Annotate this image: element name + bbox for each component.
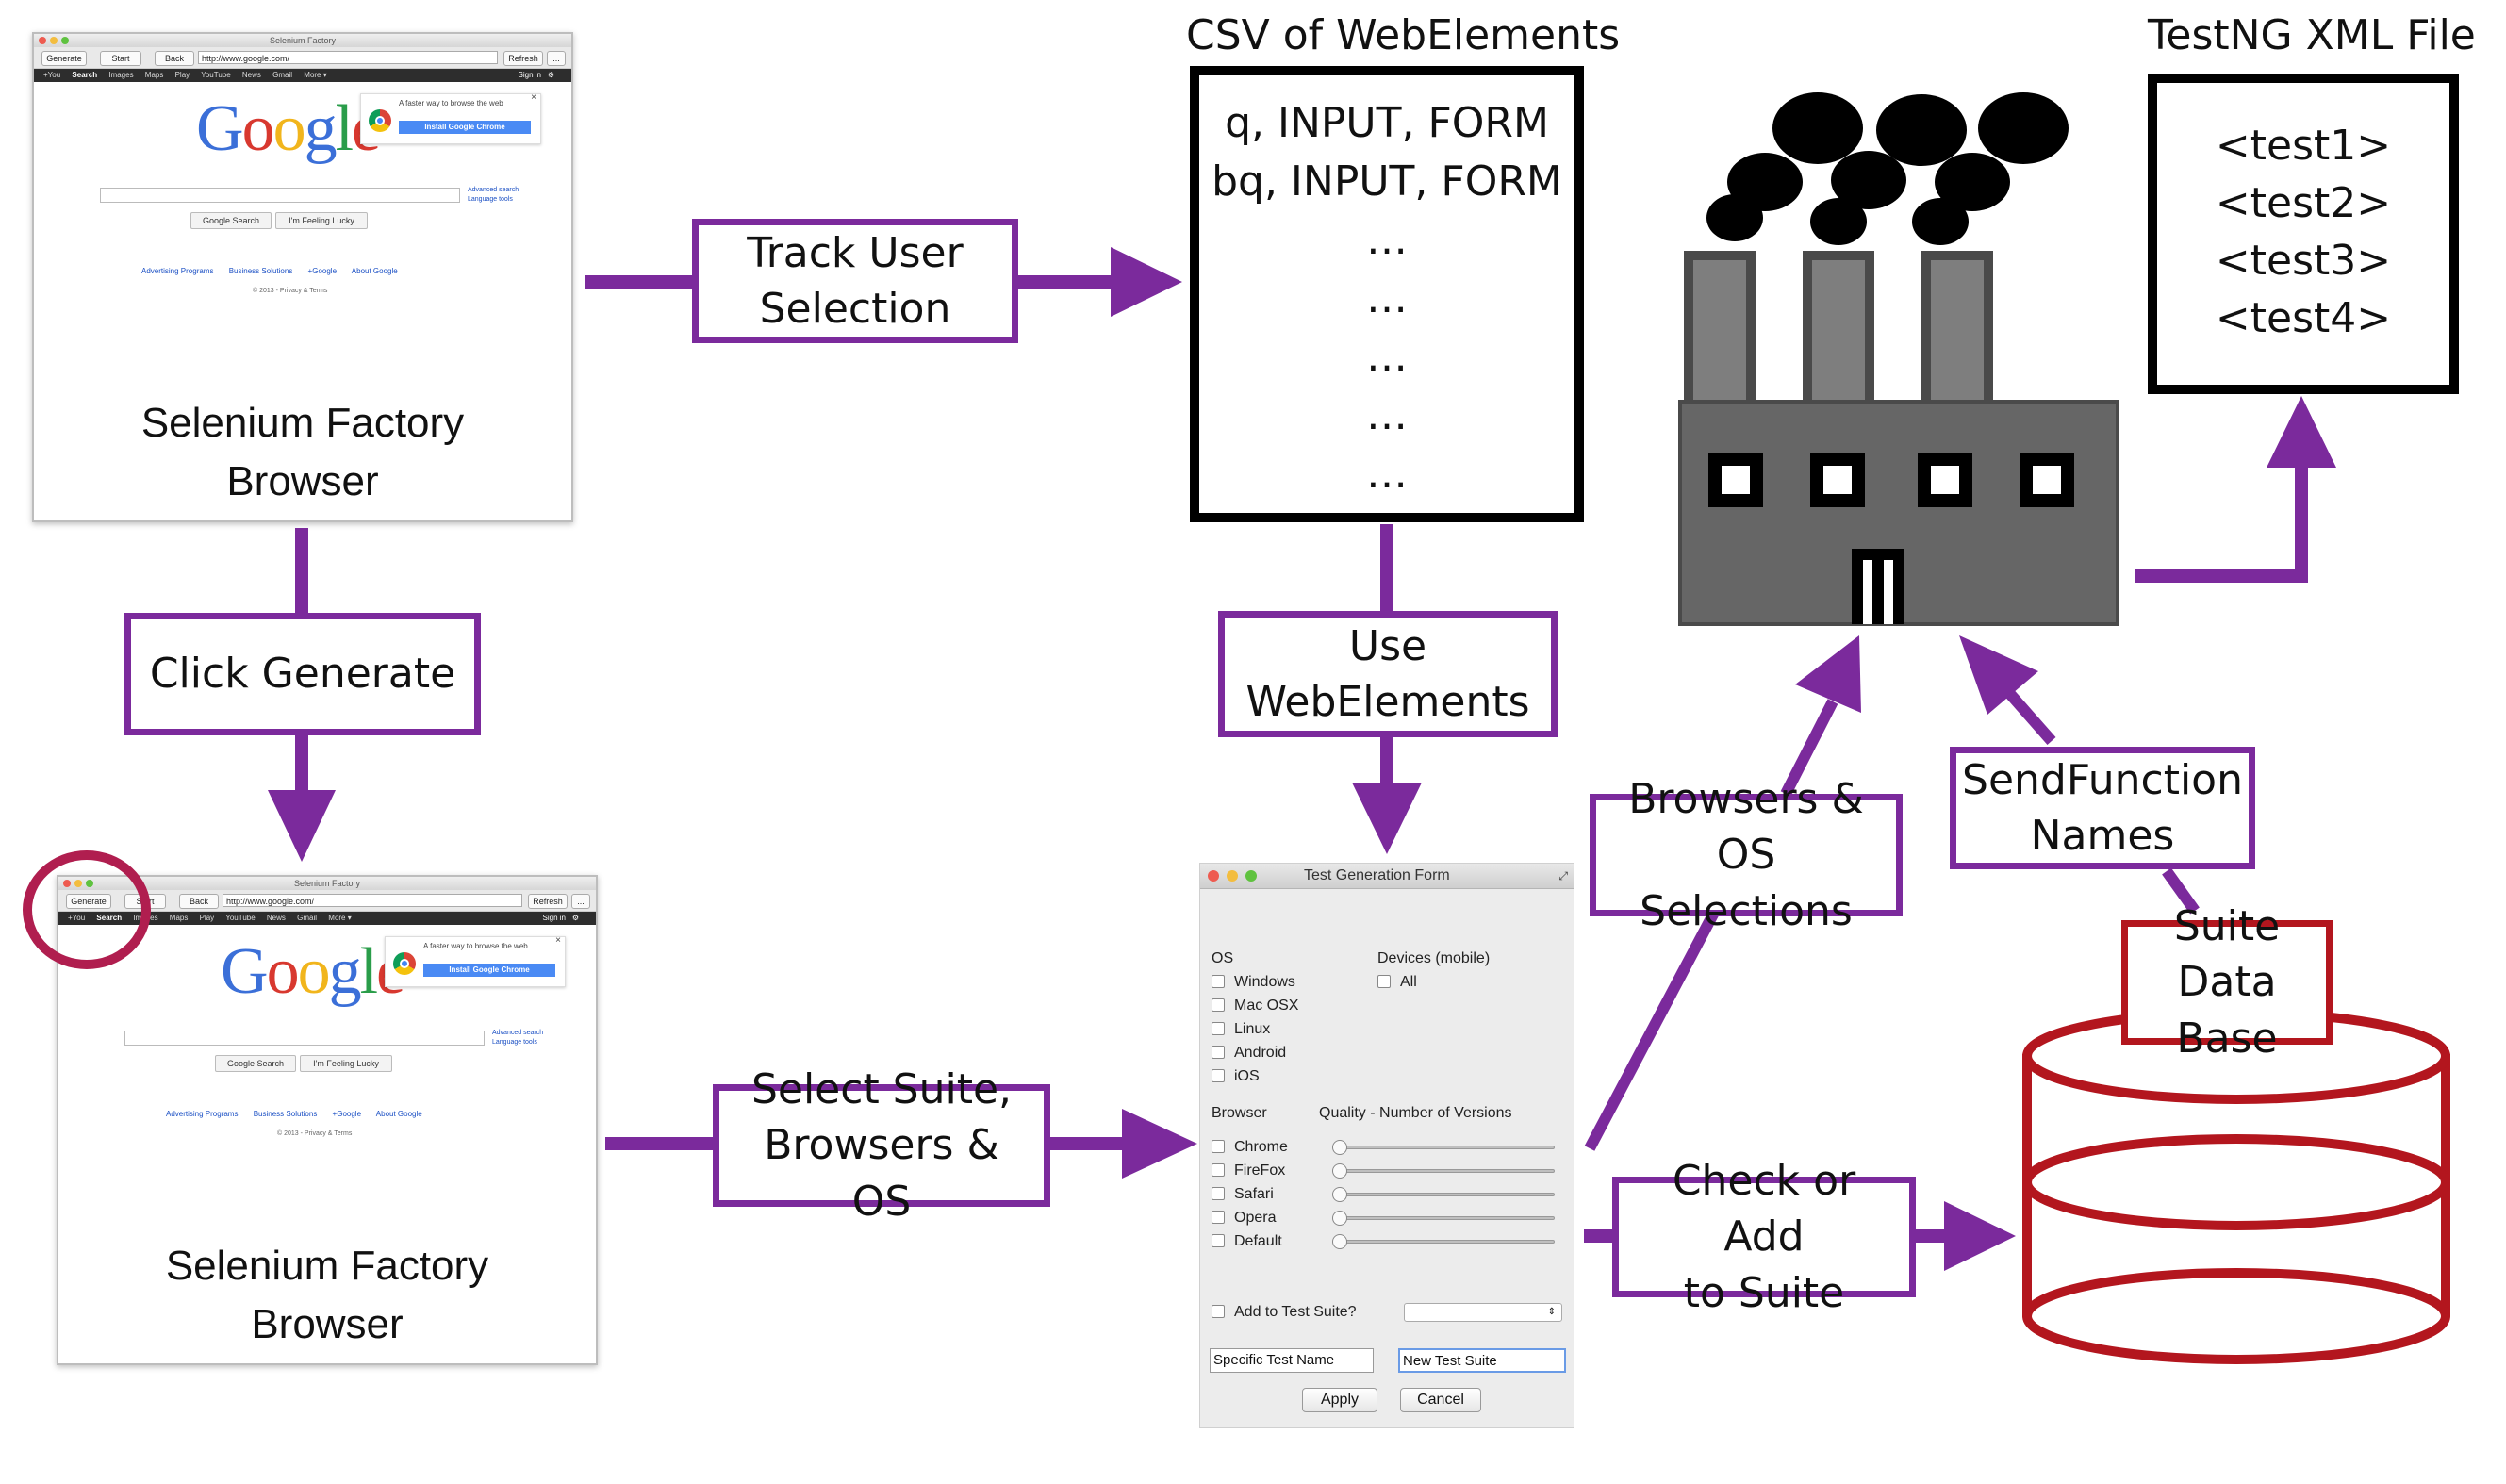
- smoke-icon: [1876, 94, 1967, 166]
- track-user-selection-box: Track User Selection: [692, 219, 1018, 343]
- form-titlebar: Test Generation Form ⤢: [1200, 864, 1574, 889]
- default-checkbox[interactable]: [1212, 1234, 1225, 1247]
- zoom-dot-icon[interactable]: [1245, 870, 1257, 882]
- opera-checkbox[interactable]: [1212, 1211, 1225, 1224]
- csv-line: …: [1366, 391, 1408, 439]
- factory-window: [2020, 453, 2074, 507]
- new-test-suite-field[interactable]: New Test Suite: [1398, 1348, 1566, 1373]
- testng-line: <test1>: [2215, 122, 2392, 170]
- macosx-label: Mac OSX: [1234, 998, 1299, 1014]
- safari-checkbox[interactable]: [1212, 1187, 1225, 1200]
- firefox-label: FireFox: [1234, 1162, 1286, 1179]
- testng-title: TestNG XML File: [2148, 11, 2476, 59]
- factory-window: [1708, 453, 1763, 507]
- csv-line: …: [1366, 450, 1408, 498]
- opera-label: Opera: [1234, 1210, 1277, 1226]
- firefox-checkbox[interactable]: [1212, 1163, 1225, 1177]
- close-dot-icon[interactable]: [1208, 870, 1219, 882]
- default-quality-slider[interactable]: [1332, 1240, 1555, 1244]
- minimize-dot-icon[interactable]: [1227, 870, 1238, 882]
- safari-quality-slider[interactable]: [1332, 1193, 1555, 1196]
- factory-icon: [1678, 85, 2131, 632]
- opera-quality-slider[interactable]: [1332, 1216, 1555, 1220]
- safari-label: Safari: [1234, 1186, 1274, 1202]
- arrowhead-up-left-icon: [1959, 635, 2038, 715]
- windows-checkbox[interactable]: [1212, 975, 1225, 988]
- cancel-button[interactable]: Cancel: [1400, 1388, 1481, 1412]
- chrome-checkbox[interactable]: [1212, 1140, 1225, 1153]
- chrome-label: Chrome: [1234, 1139, 1288, 1155]
- resize-icon[interactable]: ⤢: [1558, 864, 1568, 888]
- csv-line: q, INPUT, FORM: [1225, 99, 1549, 147]
- factory-window: [1810, 453, 1865, 507]
- ios-label: iOS: [1234, 1068, 1260, 1084]
- devices-all-checkbox[interactable]: [1377, 975, 1391, 988]
- chimney: [1921, 251, 1993, 402]
- smoke-icon: [1978, 92, 2069, 164]
- devices-heading: Devices (mobile): [1377, 950, 1491, 966]
- smoke-icon: [1772, 92, 1863, 164]
- flow-line: [1584, 910, 1720, 1151]
- factory-body: [1678, 400, 2119, 626]
- android-checkbox[interactable]: [1212, 1046, 1225, 1059]
- click-generate-box: Click Generate: [124, 613, 481, 735]
- send-function-box: SendFunction Names: [1950, 747, 2255, 869]
- apply-button[interactable]: Apply: [1302, 1388, 1377, 1412]
- csv-line: …: [1366, 274, 1408, 322]
- specific-test-name-field[interactable]: Specific Test Name: [1210, 1348, 1374, 1373]
- default-label: Default: [1234, 1233, 1282, 1249]
- use-webelements-box: Use WebElements: [1218, 611, 1558, 737]
- csv-title: CSV of WebElements: [1186, 11, 1621, 59]
- chrome-quality-slider[interactable]: [1332, 1146, 1555, 1149]
- flow-line: [2005, 690, 2056, 745]
- chrome-slider-knob[interactable]: [1332, 1140, 1347, 1155]
- check-or-add-box: Check or Add to Suite: [1612, 1157, 1916, 1317]
- os-heading: OS: [1212, 950, 1234, 966]
- add-to-suite-checkbox[interactable]: [1212, 1305, 1225, 1318]
- default-slider-knob[interactable]: [1332, 1234, 1347, 1249]
- smoke-icon: [1935, 153, 2010, 211]
- add-to-suite-label: Add to Test Suite?: [1234, 1304, 1357, 1320]
- safari-slider-knob[interactable]: [1332, 1187, 1347, 1202]
- select-suite-box: Select Suite, Browsers & OS: [713, 1065, 1050, 1226]
- testng-line: <test4>: [2215, 294, 2392, 342]
- testng-document: <test1> <test2> <test3> <test4>: [2148, 74, 2459, 394]
- windows-label: Windows: [1234, 974, 1295, 990]
- suite-database-label: Suite Data Base: [2121, 902, 2333, 1063]
- browsers-os-box: Browsers & OS Selections: [1590, 775, 1903, 935]
- testng-line: <test3>: [2215, 237, 2392, 285]
- chimney: [1684, 251, 1756, 402]
- linux-label: Linux: [1234, 1021, 1271, 1037]
- opera-slider-knob[interactable]: [1332, 1211, 1347, 1226]
- smoke-icon: [1727, 153, 1803, 211]
- browser-heading: Browser: [1212, 1105, 1267, 1121]
- csv-line: …: [1366, 333, 1408, 381]
- csv-document: q, INPUT, FORM bq, INPUT, FORM … … … … …: [1190, 66, 1584, 522]
- devices-all-label: All: [1400, 974, 1417, 990]
- chimney: [1803, 251, 1874, 402]
- linux-checkbox[interactable]: [1212, 1022, 1225, 1035]
- android-label: Android: [1234, 1045, 1287, 1061]
- form-title: Test Generation Form: [1304, 867, 1450, 883]
- csv-line: bq, INPUT, FORM: [1212, 157, 1562, 206]
- testng-line: <test2>: [2215, 179, 2392, 227]
- factory-window: [1918, 453, 1972, 507]
- quality-heading: Quality - Number of Versions: [1319, 1105, 1512, 1121]
- test-generation-form: Test Generation Form ⤢ OS Devices (mobil…: [1199, 863, 1574, 1428]
- suite-select[interactable]: ⇕: [1404, 1303, 1562, 1322]
- csv-line: …: [1366, 216, 1408, 264]
- factory-door: [1852, 549, 1904, 624]
- firefox-quality-slider[interactable]: [1332, 1169, 1555, 1173]
- macosx-checkbox[interactable]: [1212, 998, 1225, 1012]
- ios-checkbox[interactable]: [1212, 1069, 1225, 1082]
- firefox-slider-knob[interactable]: [1332, 1163, 1347, 1179]
